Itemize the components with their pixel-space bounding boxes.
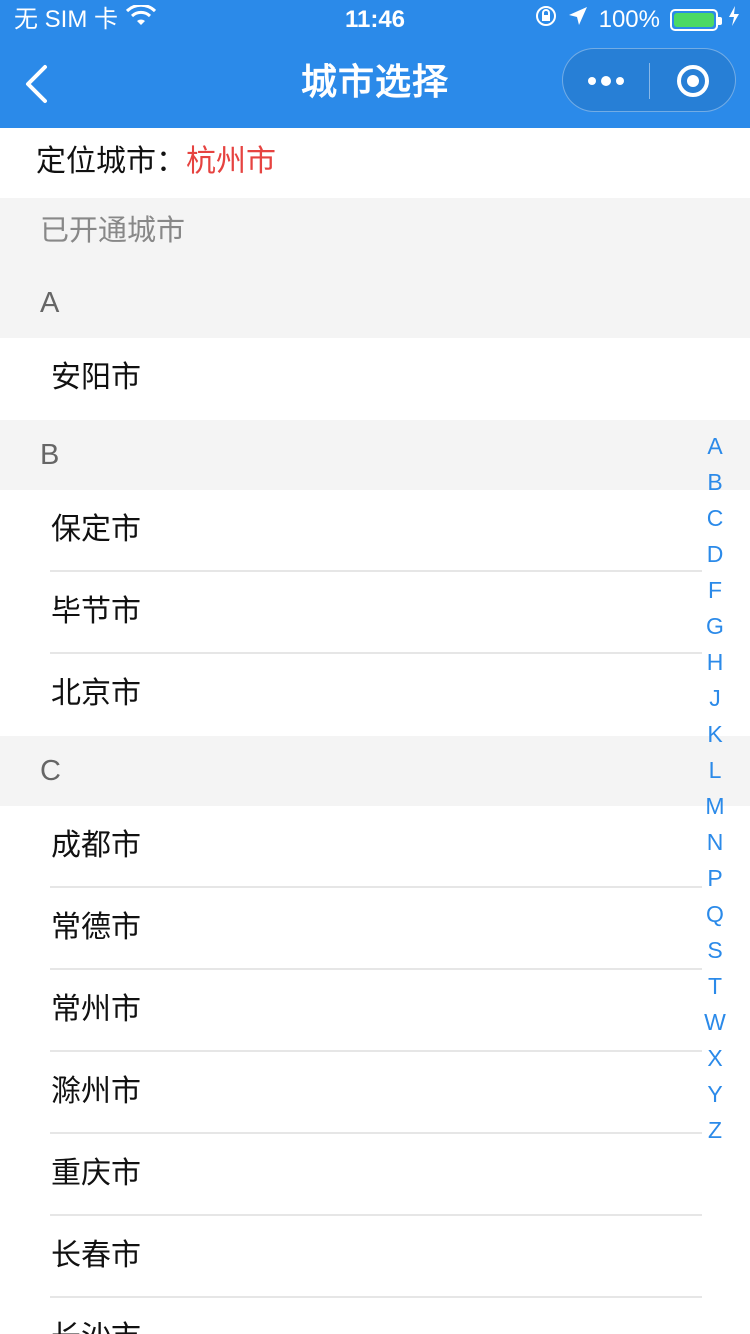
- more-button[interactable]: [563, 49, 649, 113]
- index-letter-d[interactable]: D: [707, 536, 724, 572]
- index-letter-x[interactable]: X: [707, 1040, 722, 1076]
- located-city-row: 定位城市：杭州市: [0, 128, 750, 198]
- index-letter-w[interactable]: W: [704, 1004, 726, 1040]
- index-letter-k[interactable]: K: [707, 716, 722, 752]
- top-bar: 无 SIM 卡 11:46 100% 城市选择: [0, 0, 750, 128]
- city-item[interactable]: 成都市: [0, 806, 750, 888]
- located-label: 定位城市：: [36, 145, 186, 178]
- target-icon: [677, 65, 709, 97]
- city-list[interactable]: 定位城市：杭州市 已开通城市 A 安阳市 B 保定市 毕节市 北京市 C 成都市…: [0, 128, 750, 1334]
- index-letter-f[interactable]: F: [708, 572, 722, 608]
- index-letter-b[interactable]: B: [707, 464, 722, 500]
- more-dots-icon: [588, 76, 624, 86]
- index-letter-m[interactable]: M: [705, 788, 724, 824]
- battery-percent: 100%: [598, 6, 660, 33]
- index-letter-a[interactable]: A: [707, 428, 722, 464]
- index-letter-y[interactable]: Y: [707, 1076, 722, 1112]
- nav-bar: 城市选择: [0, 40, 750, 128]
- rotation-lock-icon: [535, 0, 557, 40]
- letter-header: B: [0, 420, 750, 490]
- index-letter-n[interactable]: N: [707, 824, 724, 860]
- index-letter-q[interactable]: Q: [706, 896, 724, 932]
- letter-header: A: [0, 268, 750, 338]
- city-item[interactable]: 毕节市: [0, 572, 750, 654]
- opened-cities-title: 已开通城市: [0, 198, 750, 268]
- city-item[interactable]: 常州市: [0, 970, 750, 1052]
- battery-icon: [670, 9, 722, 31]
- city-item[interactable]: 北京市: [0, 654, 750, 736]
- miniprogram-capsule: [562, 48, 736, 112]
- status-bar: 无 SIM 卡 11:46 100%: [0, 0, 750, 40]
- location-arrow-icon: [567, 0, 589, 40]
- close-miniprogram-button[interactable]: [650, 49, 736, 113]
- index-letter-p[interactable]: P: [707, 860, 722, 896]
- group-b: B 保定市 毕节市 北京市: [0, 420, 750, 736]
- index-letter-s[interactable]: S: [707, 932, 722, 968]
- group-c: C 成都市 常德市 常州市 滁州市 重庆市 长春市 长沙市: [0, 736, 750, 1334]
- city-item[interactable]: 常德市: [0, 888, 750, 970]
- letter-header: C: [0, 736, 750, 806]
- index-letter-j[interactable]: J: [709, 680, 721, 716]
- city-item[interactable]: 重庆市: [0, 1134, 750, 1216]
- alphabet-index[interactable]: A B C D F G H J K L M N P Q S T W X Y Z: [700, 428, 730, 1148]
- index-letter-h[interactable]: H: [707, 644, 724, 680]
- status-right: 100%: [535, 0, 740, 40]
- index-letter-g[interactable]: G: [706, 608, 724, 644]
- located-city[interactable]: 杭州市: [186, 145, 276, 178]
- city-item[interactable]: 滁州市: [0, 1052, 750, 1134]
- city-item[interactable]: 长春市: [0, 1216, 750, 1298]
- city-item[interactable]: 保定市: [0, 490, 750, 572]
- group-a: A 安阳市: [0, 268, 750, 420]
- city-item[interactable]: 长沙市: [0, 1298, 750, 1334]
- index-letter-c[interactable]: C: [707, 500, 724, 536]
- index-letter-l[interactable]: L: [709, 752, 722, 788]
- index-letter-z[interactable]: Z: [708, 1112, 722, 1148]
- index-letter-t[interactable]: T: [708, 968, 722, 1004]
- charging-icon: [728, 0, 740, 40]
- city-item[interactable]: 安阳市: [0, 338, 750, 420]
